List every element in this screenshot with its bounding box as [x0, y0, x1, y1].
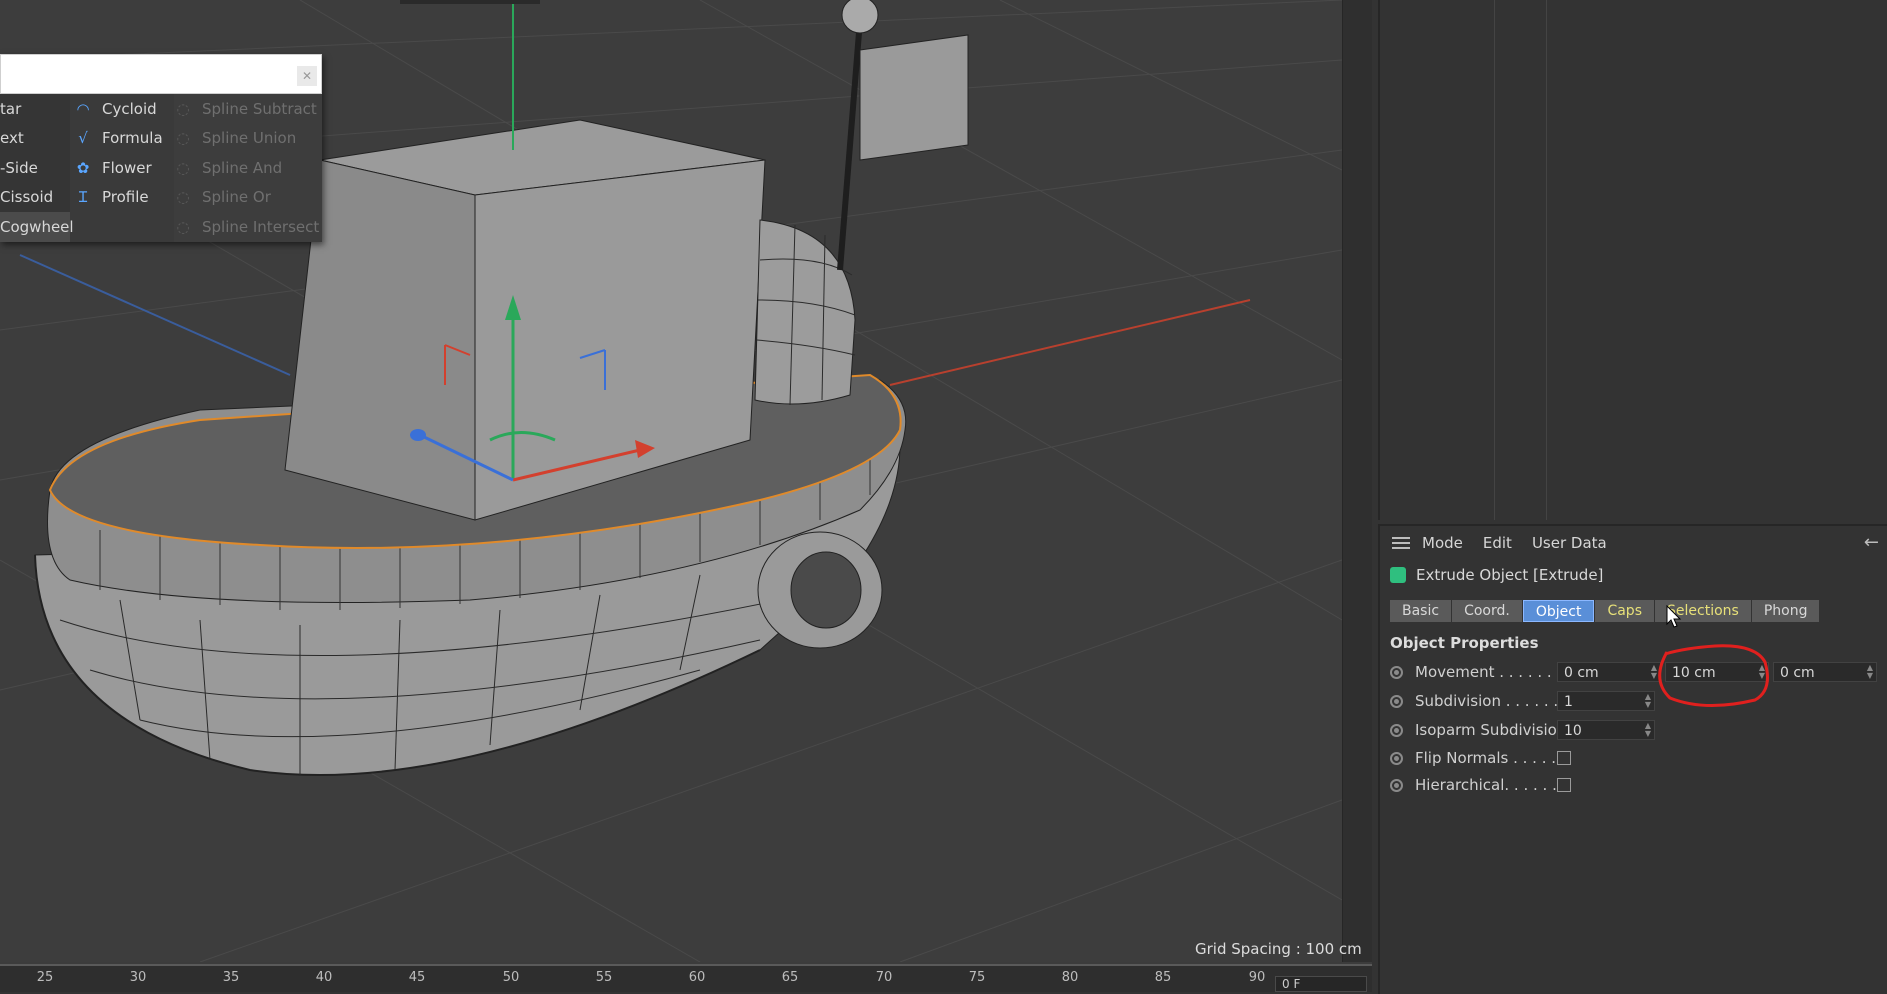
popup-item-nside[interactable]: -Side [0, 153, 70, 183]
popup-item-spline-intersect: ◌ Spline Intersect [174, 212, 322, 242]
flower-icon: ✿ [76, 158, 90, 177]
timeline-tick: 65 [781, 970, 799, 985]
object-title-text: Extrude Object [Extrude] [1416, 566, 1604, 584]
timeline-tick: 85 [1154, 970, 1172, 985]
viewport-scrollbar[interactable] [1342, 0, 1372, 962]
timeline-tick: 50 [502, 970, 520, 985]
attribute-tabs: Basic Coord. Object Caps Selections Phon… [1390, 600, 1820, 622]
animate-icon[interactable] [1390, 723, 1403, 737]
object-title: Extrude Object [Extrude] [1390, 566, 1603, 584]
animate-icon[interactable] [1390, 694, 1403, 708]
3d-viewport[interactable]: ✕ tar ext -Side Cissoid Cogwheel ◠ Cycloi… [0, 0, 1372, 992]
om-column-divider [1546, 0, 1547, 520]
property-label: Movement . . . . . . [1415, 663, 1552, 681]
tab-caps[interactable]: Caps [1595, 600, 1654, 622]
timeline-tick: 75 [968, 970, 986, 985]
formula-icon: √ [78, 129, 88, 148]
menu-edit[interactable]: Edit [1483, 534, 1512, 552]
popup-column-spline-ops: ◌ Spline Subtract ◌ Spline Union ◌ Spline A… [174, 94, 322, 242]
timeline-tick: 55 [595, 970, 613, 985]
timeline-tick: 40 [315, 970, 333, 985]
property-isoparm-subdivision: Isoparm Subdivision 10 ▲ ▼ [1390, 718, 1659, 742]
back-arrow-icon[interactable]: ← [1864, 532, 1879, 553]
timeline-tick: 35 [222, 970, 240, 985]
popup-item-cissoid[interactable]: Cissoid [0, 183, 70, 213]
movement-z-field[interactable]: 0 cm ▲ ▼ [1773, 662, 1877, 682]
hamburger-icon[interactable] [1392, 534, 1410, 552]
attribute-manager: Mode Edit User Data ← Extrude Object [Ex… [1378, 524, 1887, 994]
animate-icon[interactable] [1390, 778, 1403, 792]
popup-item-profile[interactable]: Ɪ Profile [74, 183, 170, 213]
current-frame-field[interactable]: 0 F [1275, 976, 1367, 992]
spline-popup-menu: ✕ tar ext -Side Cissoid Cogwheel ◠ Cycloi… [0, 54, 322, 242]
timeline-ruler[interactable]: 25 30 35 40 45 50 55 60 65 70 75 80 85 9… [0, 964, 1372, 992]
tab-coord[interactable]: Coord. [1452, 600, 1522, 622]
attribute-menu-bar: Mode Edit User Data ← [1380, 526, 1887, 560]
popup-item-star[interactable]: tar [0, 94, 70, 124]
tab-phong[interactable]: Phong [1751, 600, 1820, 622]
profile-icon: Ɪ [78, 188, 88, 207]
timeline-tick: 25 [36, 970, 54, 985]
popup-item-spline-subtract: ◌ Spline Subtract [174, 94, 322, 124]
tab-object[interactable]: Object [1522, 600, 1595, 622]
property-label: Flip Normals . . . . . [1415, 749, 1557, 767]
mast-ball [841, 0, 879, 34]
animate-icon[interactable] [1390, 751, 1403, 765]
section-title: Object Properties [1390, 634, 1539, 652]
extrude-icon [1390, 567, 1406, 583]
popup-search-field[interactable]: ✕ [0, 54, 322, 94]
movement-x-field[interactable]: 0 cm ▲ ▼ [1557, 662, 1661, 682]
spline-subtract-icon: ◌ [176, 99, 190, 118]
object-manager[interactable] [1378, 0, 1887, 520]
animate-icon[interactable] [1390, 665, 1403, 679]
flip-normals-checkbox[interactable] [1557, 751, 1571, 765]
menu-mode[interactable]: Mode [1422, 534, 1463, 552]
popup-item-formula[interactable]: √ Formula [74, 124, 170, 154]
spline-union-icon: ◌ [176, 129, 190, 148]
property-label: Isoparm Subdivision [1415, 721, 1557, 739]
property-movement: Movement . . . . . . 0 cm ▲ ▼ 10 cm ▲ ▼ 0 cm… [1390, 660, 1881, 684]
spinner-icon[interactable]: ▲ ▼ [1645, 693, 1651, 709]
property-label: Subdivision . . . . . . [1415, 692, 1557, 710]
timeline-tick: 60 [688, 970, 706, 985]
isoparm-field[interactable]: 10 ▲ ▼ [1557, 720, 1655, 740]
popup-item-flower[interactable]: ✿ Flower [74, 153, 170, 183]
popup-item-text[interactable]: ext [0, 124, 70, 154]
timeline-tick: 30 [129, 970, 147, 985]
spline-intersect-icon: ◌ [176, 217, 190, 236]
timeline-tick: 80 [1061, 970, 1079, 985]
grid-spacing-label: Grid Spacing : 100 cm [1195, 940, 1362, 958]
spline-and-icon: ◌ [176, 158, 190, 177]
popup-item-spline-and: ◌ Spline And [174, 153, 322, 183]
popup-column-generators: ◠ Cycloid √ Formula ✿ Flower Ɪ Profile [74, 94, 170, 212]
menu-user-data[interactable]: User Data [1532, 534, 1607, 552]
subdivision-field[interactable]: 1 ▲ ▼ [1557, 691, 1655, 711]
property-flip-normals: Flip Normals . . . . . [1390, 746, 1571, 770]
cycloid-icon: ◠ [76, 99, 90, 118]
popup-item-cycloid[interactable]: ◠ Cycloid [74, 94, 170, 124]
spinner-icon[interactable]: ▲ ▼ [1645, 722, 1651, 738]
popup-item-spline-union: ◌ Spline Union [174, 124, 322, 154]
mouse-cursor-icon [1666, 605, 1682, 628]
timeline-tick: 70 [875, 970, 893, 985]
property-label: Hierarchical. . . . . . [1415, 776, 1557, 794]
timeline-tick: 90 [1248, 970, 1266, 985]
tab-basic[interactable]: Basic [1390, 600, 1452, 622]
close-icon[interactable]: ✕ [297, 66, 317, 86]
porthole-ring [757, 531, 883, 649]
om-column-divider [1494, 0, 1495, 520]
popup-column-primitives: tar ext -Side Cissoid Cogwheel [0, 94, 74, 242]
hierarchical-checkbox[interactable] [1557, 778, 1571, 792]
popup-item-spline-or: ◌ Spline Or [174, 183, 322, 213]
flag [859, 34, 969, 161]
property-hierarchical: Hierarchical. . . . . . [1390, 773, 1571, 797]
annotation-circle [1658, 644, 1769, 707]
spinner-icon[interactable]: ▲ ▼ [1867, 664, 1873, 680]
spline-or-icon: ◌ [176, 188, 190, 207]
popup-item-cogwheel[interactable]: Cogwheel [0, 212, 74, 242]
timeline-tick: 45 [408, 970, 426, 985]
property-subdivision: Subdivision . . . . . . 1 ▲ ▼ [1390, 689, 1659, 713]
